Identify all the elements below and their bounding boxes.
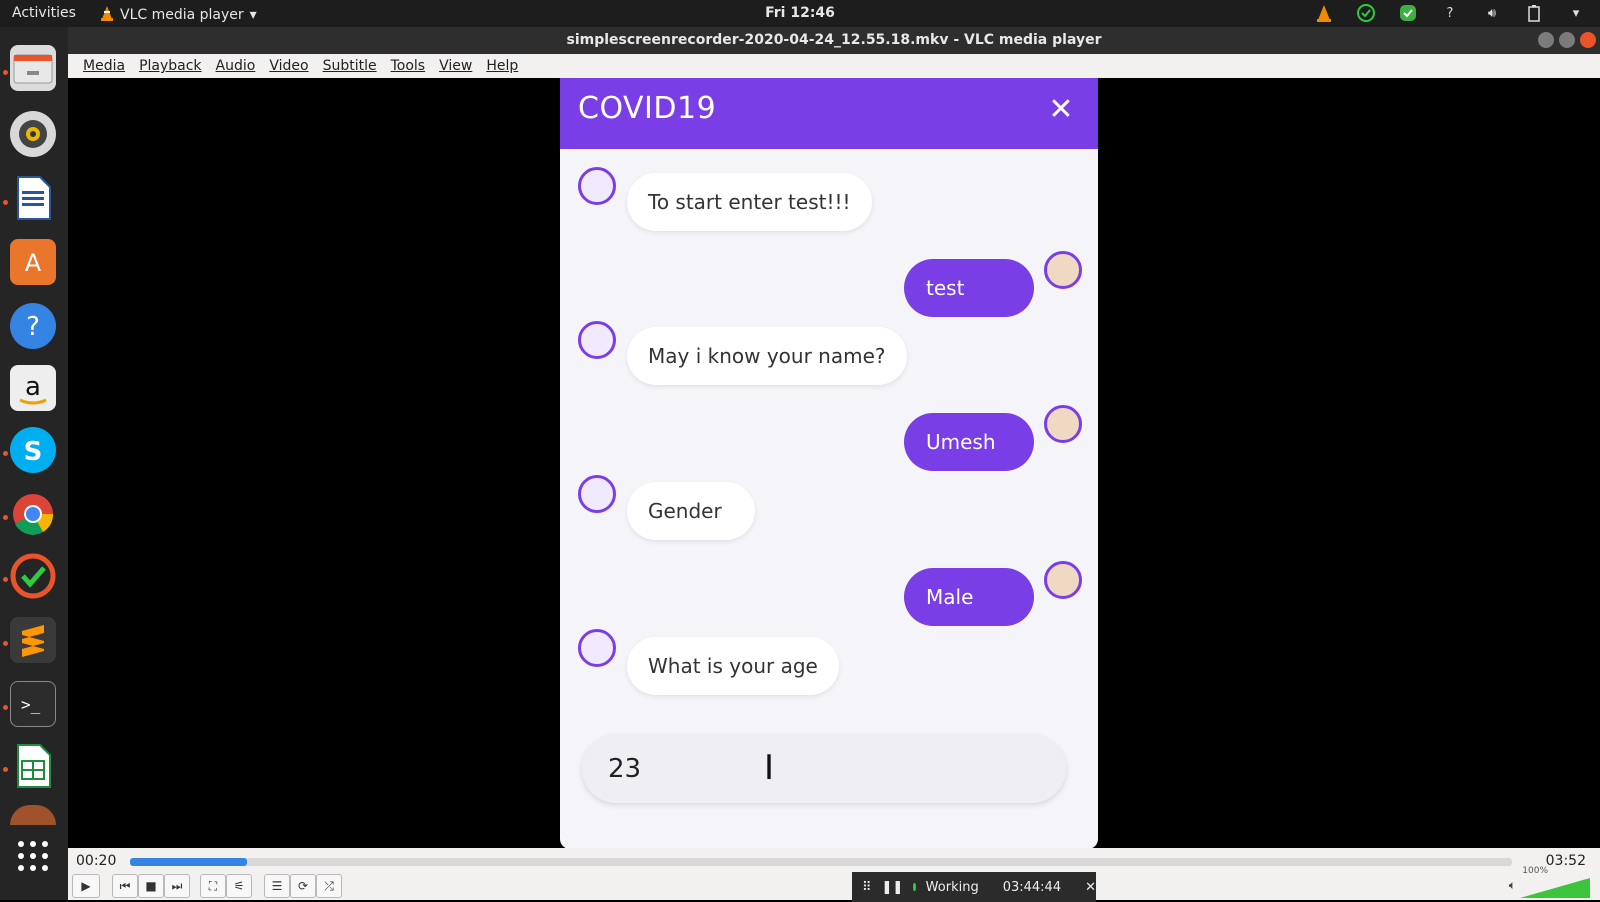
bot-message: May i know your name? (627, 327, 907, 385)
speaker-icon[interactable] (10, 111, 56, 157)
file-manager-icon[interactable] (10, 45, 56, 91)
bot-message: Gender (627, 482, 755, 540)
menu-help[interactable]: Help (479, 58, 525, 74)
screen-recorder-widget: ⠿ ❚❚ Working 03:44:44 ✕ (852, 872, 1096, 902)
user-avatar (1044, 405, 1082, 443)
amazon-icon[interactable]: a (10, 365, 56, 411)
svg-text:S: S (24, 437, 43, 467)
close-icon[interactable]: ✕ (1085, 880, 1096, 895)
volume-icon[interactable]: 🔊︎ (1482, 3, 1502, 23)
close-window-button[interactable] (1580, 32, 1596, 48)
check-app-icon[interactable] (10, 553, 56, 599)
chevron-down-icon: ▾ (249, 7, 257, 23)
volume-slider[interactable] (1520, 878, 1590, 898)
app-menu[interactable]: VLC media player ▾ (100, 5, 257, 25)
stop-icon[interactable]: ■ (138, 874, 164, 898)
previous-icon[interactable]: ⏮ (112, 874, 138, 898)
loop-icon[interactable]: ⟳ (290, 874, 316, 898)
maximize-button[interactable] (1559, 32, 1575, 48)
chat-input-container: I (582, 735, 1066, 803)
activities-button[interactable]: Activities (12, 5, 76, 21)
partial-app-icon[interactable] (10, 805, 56, 825)
menu-media[interactable]: Media (76, 58, 132, 74)
top-bar: Activities VLC media player ▾ Fri 12:46 … (0, 0, 1600, 27)
svg-text:?: ? (26, 312, 40, 342)
bot-avatar (578, 475, 616, 513)
dock: A ? a S >_ (0, 27, 68, 900)
chatbot-window: COVID19 ✕ To start enter test!!! test Ma… (560, 78, 1098, 848)
seek-bar-fill (130, 858, 248, 866)
menu-playback[interactable]: Playback (132, 58, 208, 74)
volume-icon[interactable]: 🔈︎ (1509, 878, 1516, 893)
bot-message: To start enter test!!! (627, 173, 872, 231)
window-title: simplescreenrecorder-2020-04-24_12.55.18… (566, 32, 1102, 48)
pause-icon[interactable]: ❚❚ (882, 880, 904, 895)
recorder-time: 03:44:44 (1002, 879, 1062, 895)
help-icon[interactable]: ? (10, 303, 56, 349)
software-store-icon[interactable]: A (10, 239, 56, 285)
recorder-status: Working (925, 879, 979, 895)
fullscreen-icon[interactable]: ⛶ (200, 874, 226, 898)
vlc-cone-icon[interactable] (1314, 3, 1334, 23)
seek-bar[interactable] (130, 858, 1512, 866)
show-apps-icon[interactable] (10, 833, 56, 879)
window-titlebar: simplescreenrecorder-2020-04-24_12.55.18… (68, 27, 1600, 54)
drag-handle-icon[interactable]: ⠿ (862, 880, 872, 895)
svg-text:>_: >_ (21, 695, 41, 714)
recording-status-dot (913, 883, 916, 891)
battery-icon[interactable] (1524, 3, 1544, 23)
clock[interactable]: Fri 12:46 (765, 5, 835, 21)
next-icon[interactable]: ⏭ (164, 874, 190, 898)
volume-label: 100% (1522, 866, 1548, 876)
svg-text:A: A (25, 249, 42, 277)
chat-input[interactable] (608, 751, 1028, 787)
minimize-button[interactable] (1538, 32, 1554, 48)
app-name: VLC media player (120, 7, 244, 23)
text-cursor-icon: I (764, 748, 775, 788)
user-message: Umesh (904, 413, 1034, 471)
shuffle-icon[interactable]: ⤮ (316, 874, 342, 898)
system-tray: ? 🔊︎ ▾ (1314, 3, 1586, 23)
writer-icon[interactable] (10, 175, 56, 221)
play-icon[interactable]: ▶ (72, 874, 100, 898)
vlc-cone-icon (100, 5, 114, 25)
video-area[interactable]: COVID19 ✕ To start enter test!!! test Ma… (68, 78, 1600, 848)
playlist-icon[interactable]: ☰ (264, 874, 290, 898)
menu-subtitle[interactable]: Subtitle (316, 58, 384, 74)
terminal-icon[interactable]: >_ (10, 681, 56, 727)
menu-bar: Media Playback Audio Video Subtitle Tool… (68, 54, 1600, 78)
checkmark-circle-icon[interactable] (1356, 3, 1376, 23)
chevron-down-icon[interactable]: ▾ (1566, 3, 1586, 23)
menu-tools[interactable]: Tools (384, 58, 433, 74)
user-avatar (1044, 561, 1082, 599)
menu-view[interactable]: View (432, 58, 479, 74)
menu-audio[interactable]: Audio (209, 58, 263, 74)
player-controls: 00:20 03:52 ▶ ⏮ ■ ⏭ ⛶ ⚟ ☰ ⟳ ⤮ ⠿ ❚❚ Worki… (68, 848, 1600, 902)
green-check-icon[interactable] (1398, 3, 1418, 23)
calc-icon[interactable] (10, 743, 56, 789)
chat-title: COVID19 (578, 91, 717, 126)
skype-icon[interactable]: S (10, 427, 56, 473)
user-message: test (904, 259, 1034, 317)
help-icon[interactable]: ? (1440, 3, 1460, 23)
menu-video[interactable]: Video (262, 58, 315, 74)
user-message: Male (904, 568, 1034, 626)
bot-avatar (578, 167, 616, 205)
window-controls (1538, 32, 1596, 48)
chrome-icon[interactable] (10, 491, 56, 537)
bot-avatar (578, 321, 616, 359)
sublime-icon[interactable] (10, 617, 56, 663)
total-time: 03:52 (1545, 853, 1586, 869)
extended-settings-icon[interactable]: ⚟ (226, 874, 252, 898)
bot-message: What is your age (627, 637, 839, 695)
chat-header: COVID19 ✕ (560, 78, 1098, 149)
elapsed-time: 00:20 (76, 853, 117, 869)
svg-text:a: a (25, 372, 41, 402)
close-icon[interactable]: ✕ (1046, 95, 1076, 125)
bot-avatar (578, 629, 616, 667)
user-avatar (1044, 251, 1082, 289)
